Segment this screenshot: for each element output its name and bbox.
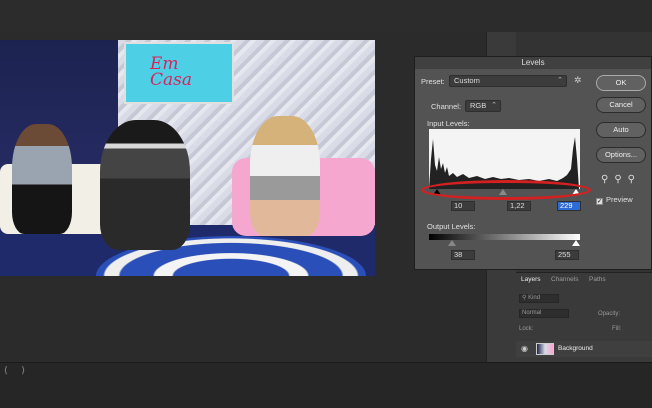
tab-paths[interactable]: Paths [589, 276, 606, 283]
layer-row[interactable]: ◉ Background [516, 341, 652, 357]
preset-select[interactable]: Custom ⌃ [449, 75, 567, 87]
white-eyedropper-icon[interactable]: ⚲ [628, 174, 641, 185]
input-gamma-field[interactable]: 1,22 [507, 201, 531, 211]
lock-label: Lock: [519, 326, 534, 332]
blend-mode-select[interactable]: Normal [519, 309, 569, 318]
cancel-button[interactable]: Cancel [596, 97, 646, 113]
gray-eyedropper-icon[interactable]: ⚲ [614, 174, 627, 185]
output-black-field[interactable]: 38 [451, 250, 475, 260]
preview-checkbox[interactable]: ✓ Preview [596, 195, 633, 205]
red-highlight-ellipse [421, 180, 591, 200]
channel-value: RGB [470, 101, 487, 110]
options-button[interactable]: Options... [596, 147, 646, 163]
chevron-down-icon: ⌃ [491, 102, 497, 109]
eyedropper-group: ⚲⚲⚲ [601, 174, 641, 185]
kind-filter[interactable]: ⚲ Kind [519, 294, 559, 303]
opacity-label: Opacity: [598, 311, 621, 317]
output-levels-label: Output Levels: [427, 222, 476, 231]
person-middle [100, 120, 190, 250]
fill-label: Fill: [612, 326, 622, 332]
chevron-down-icon: ⌃ [557, 77, 563, 84]
input-black-field[interactable]: 10 [451, 201, 475, 211]
tv-screen: Em Casa [124, 42, 234, 104]
gear-icon[interactable]: ✲ [574, 75, 582, 86]
document-image[interactable]: Em Casa [0, 40, 375, 276]
layer-thumbnail [536, 343, 554, 355]
input-levels-label: Input Levels: [427, 119, 470, 128]
input-white-field[interactable]: 229 [557, 201, 581, 211]
layers-panel: Layers Channels Paths ⚲ Kind Normal Opac… [516, 272, 652, 362]
arrow-left-icon[interactable]: ⟨ [4, 365, 22, 375]
tab-layers[interactable]: Layers [521, 276, 541, 283]
top-bar [0, 0, 652, 32]
output-white-slider-handle[interactable] [572, 240, 580, 246]
layer-name: Background [558, 345, 593, 352]
person-left [12, 124, 72, 234]
output-white-field[interactable]: 255 [555, 250, 579, 260]
output-levels-slider[interactable] [429, 240, 580, 246]
preset-label: Preset: [421, 77, 445, 86]
checkmark-icon[interactable]: ✓ [596, 198, 603, 205]
preset-value: Custom [454, 76, 480, 85]
auto-button[interactable]: Auto [596, 122, 646, 138]
dialog-title: Levels [415, 57, 651, 69]
panel-tabs: Layers Channels Paths [516, 276, 652, 288]
ok-button[interactable]: OK [596, 75, 646, 91]
eye-icon[interactable]: ◉ [521, 344, 528, 353]
channel-label: Channel: [431, 102, 462, 111]
status-bar: ⟨⟩ [0, 362, 652, 408]
output-black-slider-handle[interactable] [448, 240, 456, 246]
preview-label: Preview [606, 195, 633, 204]
person-right [250, 116, 320, 236]
status-arrows: ⟨⟩ [4, 365, 39, 376]
levels-dialog: Levels Preset: Custom ⌃ ✲ Channel: RGB ⌃… [414, 56, 652, 270]
screen-logo-text: Em Casa [150, 56, 193, 90]
screen-logo-line2: Casa [150, 70, 193, 90]
kind-filter-value: Kind [528, 295, 541, 301]
tab-channels[interactable]: Channels [551, 276, 578, 283]
black-eyedropper-icon[interactable]: ⚲ [601, 174, 614, 185]
channel-select[interactable]: RGB ⌃ [465, 100, 501, 112]
arrow-right-icon[interactable]: ⟩ [22, 365, 40, 375]
